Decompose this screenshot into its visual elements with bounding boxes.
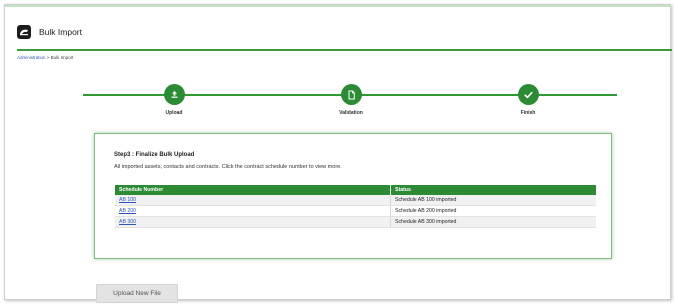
breadcrumb: Administration > Bulk Import	[17, 55, 73, 60]
status-cell: Schedule AB 300 imported	[390, 216, 596, 228]
step-finish: Finish	[498, 84, 558, 116]
schedule-link[interactable]: AB 200	[119, 208, 136, 214]
header-divider	[17, 49, 672, 51]
step-validation: Validation	[321, 84, 381, 116]
top-accent-line	[5, 5, 670, 7]
app-title: Bulk Import	[39, 27, 82, 37]
upload-new-file-button[interactable]: Upload New File	[96, 284, 178, 303]
schedule-table: Schedule Number Status AB 100 Schedule A…	[115, 185, 596, 228]
table-row: AB 100 Schedule AB 100 imported	[115, 195, 596, 206]
progress-stepper: Upload Validation Finish	[83, 84, 617, 124]
step-finish-label: Finish	[520, 110, 536, 116]
table-header-row: Schedule Number Status	[115, 185, 596, 195]
breadcrumb-current: Bulk Import	[50, 55, 74, 60]
check-icon	[523, 91, 533, 99]
step-upload: Upload	[144, 84, 204, 116]
step-validation-circle	[340, 84, 362, 105]
schedule-cell: AB 300	[115, 216, 391, 228]
app-window: Bulk Import Administration > Bulk Import…	[4, 4, 672, 303]
panel-description: All imported assets, contacts and contra…	[114, 164, 342, 170]
table-row: AB 300 Schedule AB 300 imported	[115, 216, 596, 228]
status-cell: Schedule AB 100 imported	[390, 195, 596, 206]
step-upload-label: Upload	[165, 110, 183, 116]
step-finish-circle	[517, 84, 539, 105]
step-upload-circle	[163, 84, 185, 105]
schedule-cell: AB 200	[115, 205, 391, 217]
panel-title: Step3 : Finalize Bulk Upload	[114, 152, 195, 158]
table-row: AB 200 Schedule AB 200 imported	[115, 205, 596, 217]
column-header-status: Status	[390, 185, 596, 195]
upload-icon	[170, 90, 179, 99]
schedule-link[interactable]: AB 300	[119, 219, 136, 225]
status-cell: Schedule AB 200 imported	[390, 205, 596, 217]
app-logo-icon	[17, 25, 31, 39]
document-icon	[347, 90, 356, 100]
step-validation-label: Validation	[339, 110, 363, 116]
column-header-schedule-number: Schedule Number	[115, 185, 391, 195]
finalize-panel: Step3 : Finalize Bulk Upload All importe…	[94, 133, 612, 259]
schedule-cell: AB 100	[115, 195, 391, 206]
breadcrumb-administration-link[interactable]: Administration	[17, 55, 46, 60]
app-header: Bulk Import	[17, 25, 82, 39]
schedule-link[interactable]: AB 100	[119, 197, 136, 203]
